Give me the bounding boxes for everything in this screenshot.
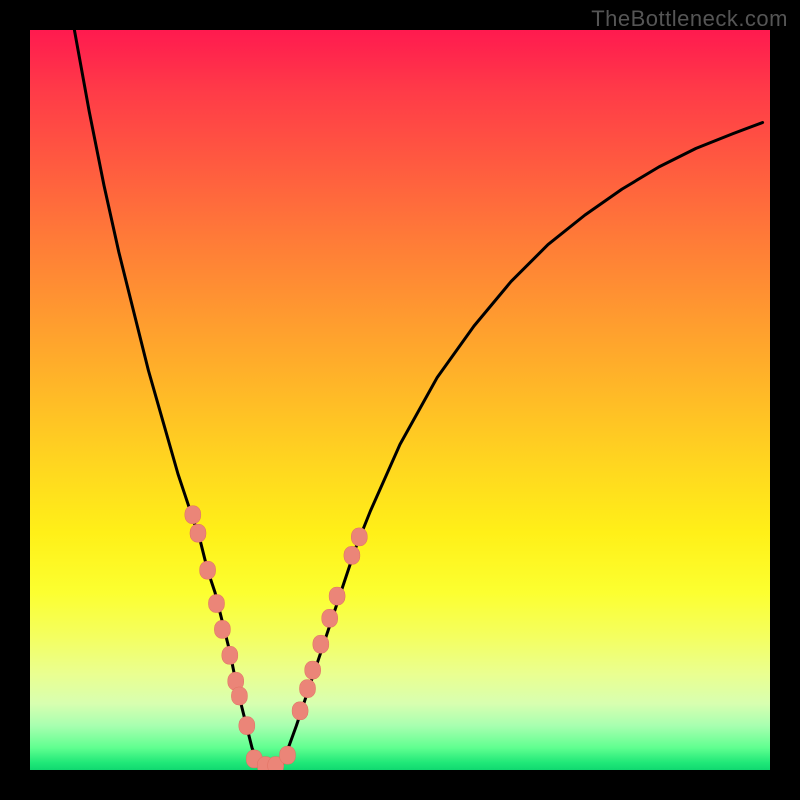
data-marker xyxy=(239,717,255,735)
data-marker xyxy=(222,646,238,664)
plot-area xyxy=(30,30,770,770)
data-marker xyxy=(190,524,206,542)
data-marker xyxy=(208,595,224,613)
curve-overlay xyxy=(30,30,770,770)
data-marker xyxy=(185,506,201,524)
data-marker xyxy=(344,546,360,564)
data-marker xyxy=(351,528,367,546)
data-marker xyxy=(305,661,321,679)
data-marker xyxy=(322,609,338,627)
data-marker xyxy=(200,561,216,579)
data-marker xyxy=(292,702,308,720)
watermark-text: TheBottleneck.com xyxy=(591,6,788,32)
data-marker xyxy=(231,687,247,705)
chart-container: TheBottleneck.com xyxy=(0,0,800,800)
data-marker xyxy=(329,587,345,605)
data-marker xyxy=(300,680,316,698)
bottleneck-curve-right xyxy=(282,123,763,767)
data-marker xyxy=(313,635,329,653)
data-marker xyxy=(280,746,296,764)
data-marker xyxy=(214,620,230,638)
